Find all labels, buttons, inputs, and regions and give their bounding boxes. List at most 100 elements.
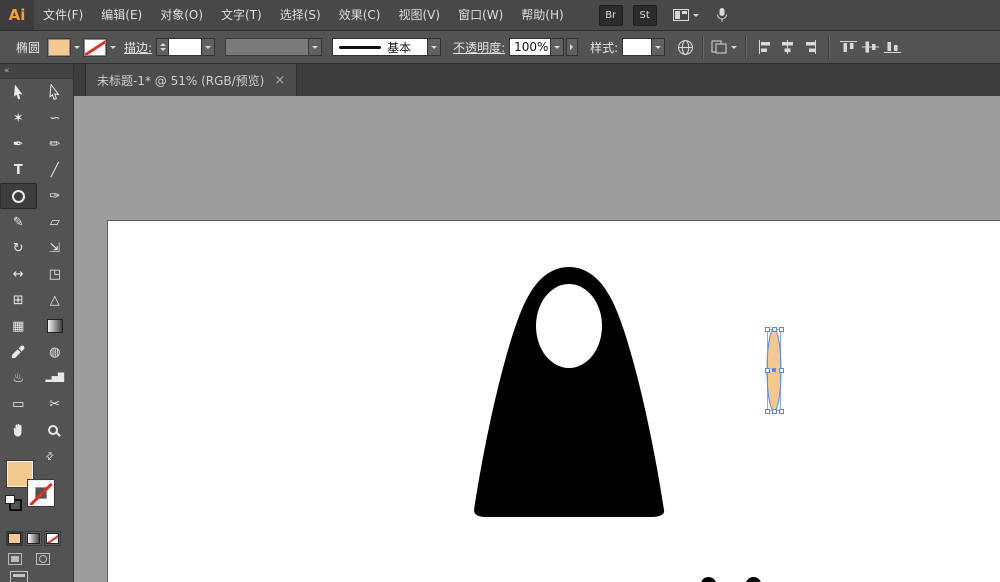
gradient-mode-button[interactable]	[25, 531, 42, 546]
direct-selection-tool[interactable]	[37, 79, 74, 105]
opacity-label[interactable]: 不透明度:	[453, 39, 505, 56]
symbol-sprayer-tool[interactable]: ♨	[0, 365, 37, 391]
menu-effect[interactable]: 效果(C)	[330, 0, 390, 30]
align-right-button[interactable]	[798, 35, 820, 59]
scale-tool[interactable]: ⇲	[37, 235, 74, 261]
stroke-weight-stepper[interactable]	[156, 38, 169, 56]
width-profile-field[interactable]: 基本	[332, 38, 429, 56]
rotate-tool[interactable]: ↻	[0, 235, 37, 261]
perspective-grid-tool[interactable]: △	[37, 287, 74, 313]
draw-normal-button[interactable]	[8, 553, 22, 565]
brush-definition-dropdown[interactable]	[309, 38, 323, 56]
menu-edit[interactable]: 编辑(E)	[92, 0, 151, 30]
lasso-icon: ∽	[49, 110, 61, 126]
workspace-switcher[interactable]	[672, 9, 699, 21]
align-top-button[interactable]	[837, 35, 859, 59]
publish-globe-icon[interactable]	[677, 39, 694, 56]
menu-window[interactable]: 窗口(W)	[449, 0, 512, 30]
align-left-button[interactable]	[754, 35, 776, 59]
color-mode-button[interactable]	[6, 531, 23, 546]
zoom-tool[interactable]	[37, 417, 74, 443]
ghost-silhouette-shape[interactable]	[466, 260, 676, 522]
selection-center-point	[772, 368, 776, 372]
column-graph-tool[interactable]: ▂▅█	[37, 365, 74, 391]
align-bottom-button[interactable]	[881, 35, 903, 59]
style-label: 样式:	[590, 40, 619, 55]
menu-help[interactable]: 帮助(H)	[512, 0, 572, 30]
hand-tool[interactable]	[0, 417, 37, 443]
stroke-color-swatch[interactable]	[84, 38, 107, 56]
flyout-arrow-icon	[570, 44, 576, 50]
align-center-icon	[781, 40, 793, 54]
selection-handle[interactable]	[765, 409, 770, 414]
stroke-color-control[interactable]	[28, 480, 54, 506]
slice-tool[interactable]: ✂	[37, 391, 74, 417]
none-mode-button[interactable]	[44, 531, 61, 546]
menu-object[interactable]: 对象(O)	[151, 0, 212, 30]
stroke-dropdown-caret[interactable]	[110, 46, 117, 52]
panel-collapse-button[interactable]: «	[0, 64, 73, 79]
type-tool[interactable]: T	[0, 157, 37, 183]
menu-file[interactable]: 文件(F)	[34, 0, 92, 30]
paintbrush-tool[interactable]: ✑	[37, 183, 74, 209]
direct-selection-arrow-icon	[49, 84, 60, 100]
opacity-flyout-button[interactable]	[566, 38, 579, 56]
align-middle-button[interactable]	[859, 35, 881, 59]
selected-ellipse-group[interactable]	[763, 322, 785, 418]
width-profile-dropdown[interactable]	[428, 38, 442, 56]
brush-definition-field[interactable]	[225, 38, 310, 56]
illustrator-logo: Ai	[0, 0, 34, 30]
pen-tool[interactable]: ✒	[0, 131, 37, 157]
magic-wand-tool[interactable]: ✶	[0, 105, 37, 131]
artboard-tool[interactable]: ▭	[0, 391, 37, 417]
selection-handle[interactable]	[765, 327, 770, 332]
lasso-tool[interactable]: ∽	[37, 105, 74, 131]
style-dropdown[interactable]	[652, 38, 666, 56]
selection-tool[interactable]	[0, 79, 37, 105]
fill-dropdown-caret[interactable]	[74, 46, 81, 52]
selection-handle[interactable]	[765, 368, 770, 373]
eyedropper-tool[interactable]	[0, 339, 37, 365]
selection-handle[interactable]	[779, 368, 784, 373]
selection-handle[interactable]	[779, 327, 784, 332]
line-segment-tool[interactable]: ╱	[37, 157, 74, 183]
swap-fill-stroke-icon[interactable]: ⇄	[43, 450, 57, 464]
ellipse-tool[interactable]	[0, 183, 37, 209]
opacity-dropdown[interactable]	[551, 38, 565, 56]
none-mode-icon	[46, 533, 59, 544]
document-setup-control[interactable]	[711, 40, 738, 54]
menu-select[interactable]: 选择(S)	[271, 0, 330, 30]
pencil-tool[interactable]: ✎	[0, 209, 37, 235]
width-tool[interactable]: ↔	[0, 261, 37, 287]
opacity-field[interactable]: 100%	[509, 38, 552, 56]
mic-control[interactable]	[715, 7, 729, 23]
curvature-tool[interactable]: ✏	[37, 131, 74, 157]
selection-handle[interactable]	[772, 409, 777, 414]
blend-tool[interactable]: ◍	[37, 339, 74, 365]
stroke-weight-label[interactable]: 描边:	[124, 39, 152, 56]
mesh-tool[interactable]: ▦	[0, 313, 37, 339]
document-tab[interactable]: 未标题-1* @ 51% (RGB/预览) ×	[85, 64, 298, 96]
canvas[interactable]	[74, 96, 1000, 582]
menu-view[interactable]: 视图(V)	[389, 0, 449, 30]
draw-inside-button[interactable]	[36, 553, 50, 565]
bridge-button[interactable]: Br	[598, 4, 623, 26]
stock-button[interactable]: St	[632, 4, 657, 26]
eraser-tool[interactable]: ▱	[37, 209, 74, 235]
align-bottom-icon	[883, 42, 901, 53]
tab-close-button[interactable]: ×	[274, 74, 285, 87]
color-mode-icon	[8, 533, 21, 544]
fill-color-swatch[interactable]	[48, 38, 71, 56]
default-colors-icon[interactable]	[5, 495, 22, 511]
free-transform-tool[interactable]: ◳	[37, 261, 74, 287]
gradient-tool[interactable]	[37, 313, 74, 339]
screen-mode-button[interactable]	[10, 571, 28, 582]
style-field[interactable]	[622, 38, 653, 56]
stroke-weight-field[interactable]	[168, 38, 203, 56]
stroke-weight-dropdown[interactable]	[202, 38, 216, 56]
shape-builder-tool[interactable]: ⊞	[0, 287, 37, 313]
selection-handle[interactable]	[772, 327, 777, 332]
selection-handle[interactable]	[779, 409, 784, 414]
align-center-button[interactable]	[776, 35, 798, 59]
menu-type[interactable]: 文字(T)	[212, 0, 271, 30]
